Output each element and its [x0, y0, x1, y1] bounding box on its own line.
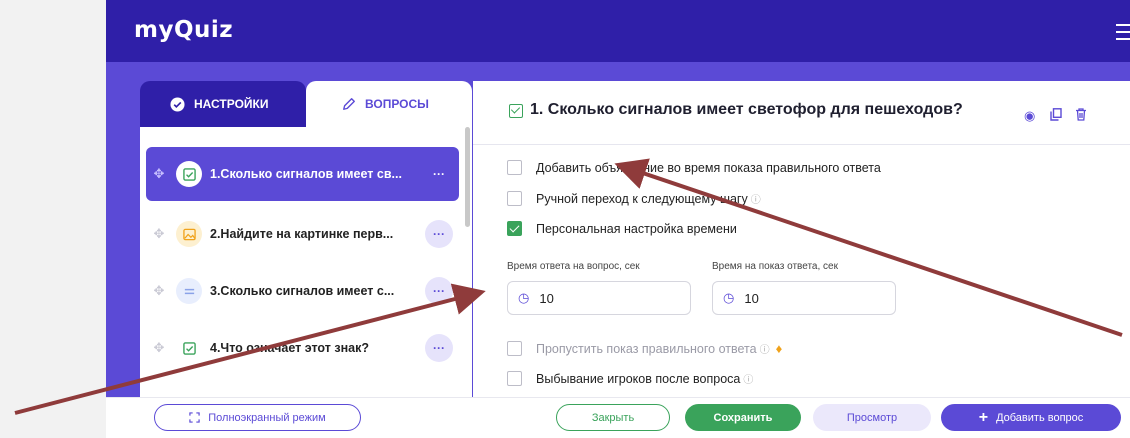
question-list-item[interactable]: ✥ 2.Найдите на картинке перв... ··· [146, 207, 459, 261]
tab-settings[interactable]: НАСТРОЙКИ [140, 81, 306, 127]
option-label: Выбывание игроков после вопроса [536, 371, 741, 386]
text-icon [176, 278, 202, 304]
checkbox-checked[interactable] [507, 221, 522, 236]
copy-icon[interactable] [1050, 108, 1062, 124]
question-header: 1. Сколько сигналов имеет светофор для п… [473, 81, 1130, 145]
question-list-item[interactable]: ✥ 3.Сколько сигналов имеет с... ··· [146, 264, 459, 318]
answer-time-field[interactable]: ◷ 10 [507, 281, 691, 315]
option-skip-correct-answer[interactable]: Пропустить показ правильного ответа ⓘ ♦ [507, 341, 782, 356]
checkbox[interactable] [507, 160, 522, 175]
pencil-icon [343, 98, 355, 110]
more-icon[interactable]: ··· [425, 334, 453, 362]
checkbox-icon [176, 335, 202, 361]
drag-handle-icon[interactable]: ✥ [152, 340, 166, 356]
check-circle-icon [170, 96, 185, 112]
answer-time-label: Время ответа на вопрос, сек [507, 261, 640, 272]
question-title: 1. Сколько сигналов имеет светофор для п… [530, 101, 963, 118]
more-icon[interactable]: ··· [425, 277, 453, 305]
diamond-icon: ♦ [775, 341, 783, 356]
eye-icon[interactable]: ◉ [1024, 108, 1035, 124]
option-label: Добавить объяснение во время показа прав… [536, 160, 881, 175]
checkbox[interactable] [507, 341, 522, 356]
add-question-button[interactable]: + Добавить вопрос [941, 404, 1121, 431]
option-label: Ручной переход к следующему шагу [536, 191, 748, 206]
question-list-item-title: 2.Найдите на картинке перв... [210, 227, 394, 241]
more-icon[interactable]: ··· [425, 220, 453, 248]
scrollbar[interactable] [465, 127, 470, 227]
fullscreen-button[interactable]: Полноэкранный режим [154, 404, 361, 431]
checkbox[interactable] [507, 371, 522, 386]
question-list-item[interactable]: ✥ 4.Что означает этот знак? ··· [146, 321, 459, 375]
checkbox-icon [509, 104, 523, 118]
trash-icon[interactable] [1075, 108, 1087, 124]
question-editor: 1. Сколько сигналов имеет светофор для п… [473, 81, 1130, 397]
footer-bar: Полноэкранный режим Закрыть Сохранить Пр… [106, 397, 1130, 438]
image-icon [176, 221, 202, 247]
tab-settings-label: НАСТРОЙКИ [194, 97, 269, 111]
checkbox-icon [176, 161, 202, 187]
clock-icon: ◷ [723, 290, 735, 305]
option-label: Персональная настройка времени [536, 221, 737, 236]
fullscreen-icon [189, 412, 200, 423]
logo: myQuiz [134, 17, 234, 43]
add-question-button-label: Добавить вопрос [996, 411, 1084, 424]
plus-icon: + [978, 408, 989, 426]
top-bar: myQuiz [106, 0, 1130, 62]
save-button[interactable]: Сохранить [685, 404, 801, 431]
option-personal-time[interactable]: Персональная настройка времени [507, 221, 737, 236]
info-icon[interactable]: ⓘ [743, 371, 753, 386]
question-list-item[interactable]: ✥ 1.Сколько сигналов имеет св... ··· [146, 147, 459, 201]
question-list-item-title: 1.Сколько сигналов имеет св... [210, 167, 402, 181]
preview-button[interactable]: Просмотр [813, 404, 931, 431]
show-time-label: Время на показ ответа, сек [712, 261, 838, 272]
tab-questions-label: ВОПРОСЫ [365, 97, 429, 111]
drag-handle-icon[interactable]: ✥ [152, 166, 166, 182]
info-icon[interactable]: ⓘ [760, 341, 770, 356]
show-time-field[interactable]: ◷ 10 [712, 281, 896, 315]
question-list: ✥ 1.Сколько сигналов имеет св... ··· ✥ 2… [140, 127, 472, 397]
close-button[interactable]: Закрыть [556, 404, 670, 431]
info-icon[interactable]: ⓘ [751, 191, 761, 206]
fullscreen-button-label: Полноэкранный режим [208, 411, 326, 424]
show-time-value: 10 [744, 290, 759, 306]
menu-icon[interactable] [1116, 24, 1130, 45]
option-manual-transition[interactable]: Ручной переход к следующему шагу ⓘ [507, 191, 761, 206]
checkbox[interactable] [507, 191, 522, 206]
drag-handle-icon[interactable]: ✥ [152, 226, 166, 242]
question-list-item-title: 3.Сколько сигналов имеет с... [210, 284, 395, 298]
option-player-elimination[interactable]: Выбывание игроков после вопроса ⓘ [507, 371, 753, 386]
question-list-item-title: 4.Что означает этот знак? [210, 341, 369, 355]
more-icon[interactable]: ··· [425, 160, 453, 188]
option-add-explanation[interactable]: Добавить объяснение во время показа прав… [507, 160, 881, 175]
option-label: Пропустить показ правильного ответа [536, 341, 757, 356]
clock-icon: ◷ [518, 290, 530, 305]
app-window: myQuiz НАСТРОЙКИ ВОПРОСЫ ✥ 1.Сколько сиг… [106, 0, 1130, 438]
tab-questions[interactable]: ВОПРОСЫ [306, 81, 472, 127]
answer-time-value: 10 [539, 290, 554, 306]
drag-handle-icon[interactable]: ✥ [152, 283, 166, 299]
